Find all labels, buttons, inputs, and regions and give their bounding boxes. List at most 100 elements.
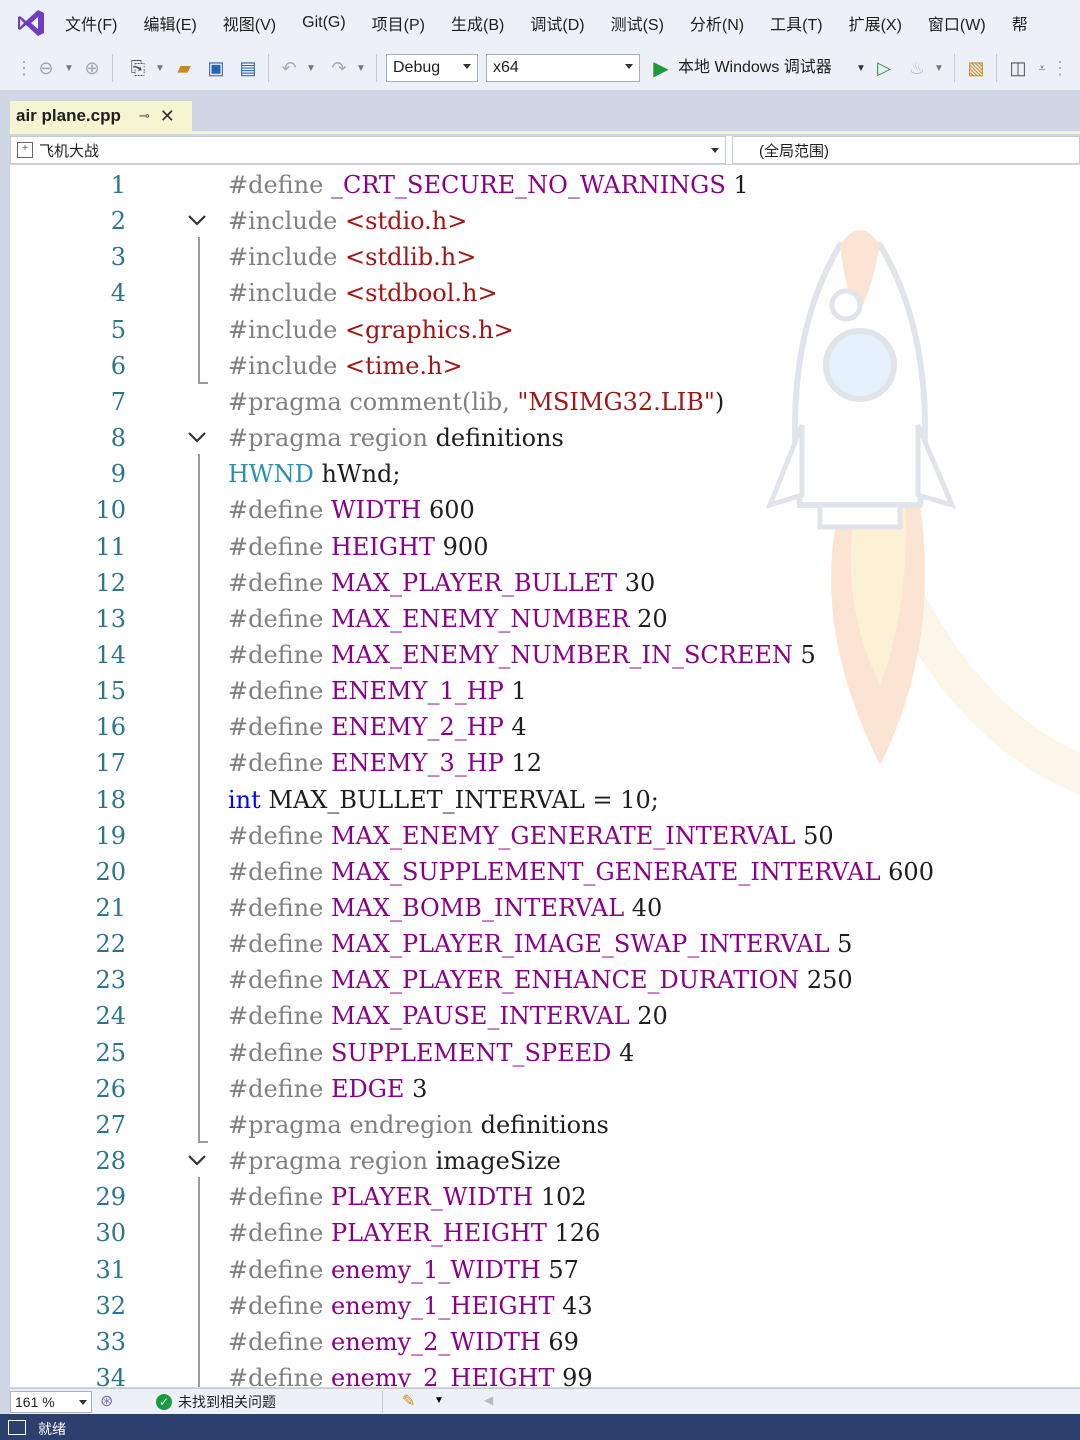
code-line[interactable]: 25 #define SUPPLEMENT_SPEED 4 bbox=[10, 1035, 1080, 1071]
menu-item[interactable]: 扩展(X) bbox=[836, 11, 915, 35]
code-line[interactable]: 28 #pragma region imageSize bbox=[10, 1143, 1080, 1179]
code-line[interactable]: 13 #define MAX_ENEMY_NUMBER 20 bbox=[10, 601, 1080, 637]
code-text[interactable]: #define MAX_PLAYER_ENHANCE_DURATION 250 bbox=[228, 962, 853, 998]
code-line[interactable]: 6 #include <time.h> bbox=[10, 348, 1080, 384]
code-text[interactable]: #pragma endregion definitions bbox=[228, 1107, 609, 1143]
code-text[interactable]: #define HEIGHT 900 bbox=[228, 529, 488, 565]
code-text[interactable]: #define MAX_PLAYER_IMAGE_SWAP_INTERVAL 5 bbox=[228, 926, 852, 962]
code-line[interactable]: 8 #pragma region definitions bbox=[10, 420, 1080, 456]
code-text[interactable]: #include <graphics.h> bbox=[228, 312, 514, 348]
code-text[interactable]: #define ENEMY_2_HP 4 bbox=[228, 709, 527, 745]
menu-item[interactable]: 项目(P) bbox=[359, 11, 438, 35]
code-line[interactable]: 23 #define MAX_PLAYER_ENHANCE_DURATION 25… bbox=[10, 962, 1080, 998]
zoom-select[interactable]: 161 % bbox=[10, 1391, 92, 1413]
code-line[interactable]: 11 #define HEIGHT 900 bbox=[10, 529, 1080, 565]
menu-item[interactable]: 编辑(E) bbox=[130, 11, 209, 35]
code-line[interactable]: 19 #define MAX_ENEMY_GENERATE_INTERVAL 50 bbox=[10, 818, 1080, 854]
code-text[interactable]: #define MAX_ENEMY_NUMBER_IN_SCREEN 5 bbox=[228, 637, 816, 673]
code-line[interactable]: 5 #include <graphics.h> bbox=[10, 312, 1080, 348]
code-text[interactable]: #define ENEMY_1_HP 1 bbox=[228, 673, 527, 709]
forward-icon[interactable]: ⊕ bbox=[80, 55, 104, 81]
code-text[interactable]: #define MAX_PAUSE_INTERVAL 20 bbox=[228, 998, 668, 1034]
menu-item[interactable]: 视图(V) bbox=[210, 11, 289, 35]
new-project-icon[interactable]: ⎘ bbox=[124, 55, 152, 81]
hot-reload-icon[interactable]: ♨ bbox=[904, 55, 930, 81]
menu-item[interactable]: 调试(D) bbox=[517, 11, 597, 35]
close-icon[interactable]: ✕ bbox=[160, 106, 175, 127]
collapse-chevron-icon[interactable] bbox=[186, 209, 208, 231]
code-line[interactable]: 9 HWND hWnd; bbox=[10, 456, 1080, 492]
code-line[interactable]: 34 #define enemy_2_HEIGHT 99 bbox=[10, 1360, 1080, 1387]
undo-icon[interactable]: ↶ bbox=[276, 55, 302, 81]
menu-item[interactable]: 文件(F) bbox=[52, 11, 130, 35]
code-line[interactable]: 27 #pragma endregion definitions bbox=[10, 1107, 1080, 1143]
solution-explorer-icon[interactable]: ▧ bbox=[962, 55, 990, 81]
code-text[interactable]: #pragma region definitions bbox=[228, 420, 564, 456]
save-icon[interactable]: ▣ bbox=[202, 55, 230, 81]
menu-item[interactable]: 工具(T) bbox=[757, 11, 835, 35]
code-editor[interactable]: 1 #define _CRT_SECURE_NO_WARNINGS 1 2 #incl… bbox=[10, 165, 1080, 1387]
code-line[interactable]: 18 int MAX_BULLET_INTERVAL = 10; bbox=[10, 782, 1080, 818]
code-line[interactable]: 17 #define ENEMY_3_HP 12 bbox=[10, 745, 1080, 781]
output-window-icon[interactable] bbox=[8, 1420, 26, 1435]
menu-item[interactable]: 窗口(W) bbox=[915, 11, 999, 35]
code-line[interactable]: 22 #define MAX_PLAYER_IMAGE_SWAP_INTERVAL… bbox=[10, 926, 1080, 962]
issues-status[interactable]: 未找到相关问题 bbox=[178, 1392, 276, 1412]
code-line[interactable]: 10 #define WIDTH 600 bbox=[10, 492, 1080, 528]
code-line[interactable]: 31 #define enemy_1_WIDTH 57 bbox=[10, 1252, 1080, 1288]
redo-dropdown-icon[interactable]: ▼ bbox=[354, 55, 368, 81]
code-line[interactable]: 20 #define MAX_SUPPLEMENT_GENERATE_INTERV… bbox=[10, 854, 1080, 890]
code-text[interactable]: #include <time.h> bbox=[228, 348, 463, 384]
code-line[interactable]: 21 #define MAX_BOMB_INTERVAL 40 bbox=[10, 890, 1080, 926]
code-line[interactable]: 29 #define PLAYER_WIDTH 102 bbox=[10, 1179, 1080, 1215]
redo-icon[interactable]: ↷ bbox=[326, 55, 352, 81]
code-text[interactable]: #define MAX_SUPPLEMENT_GENERATE_INTERVAL… bbox=[228, 854, 934, 890]
menu-item[interactable]: 测试(S) bbox=[598, 11, 677, 35]
toolbar-options-icon[interactable]: ⩡ bbox=[1034, 55, 1050, 81]
undo-dropdown-icon[interactable]: ▼ bbox=[304, 55, 318, 81]
member-scope-select[interactable]: (全局范围) bbox=[732, 136, 1080, 164]
code-text[interactable]: int MAX_BULLET_INTERVAL = 10; bbox=[228, 782, 659, 818]
menu-item[interactable]: Git(G) bbox=[289, 14, 359, 32]
menu-item[interactable]: 帮 bbox=[999, 11, 1041, 35]
code-text[interactable]: #define MAX_PLAYER_BULLET 30 bbox=[228, 565, 655, 601]
code-line[interactable]: 7 #pragma comment(lib, "MSIMG32.LIB") bbox=[10, 384, 1080, 420]
code-line[interactable]: 30 #define PLAYER_HEIGHT 126 bbox=[10, 1215, 1080, 1251]
code-text[interactable]: #define enemy_2_HEIGHT 99 bbox=[228, 1360, 593, 1387]
code-text[interactable]: #include <stdlib.h> bbox=[228, 239, 476, 275]
collapse-chevron-icon[interactable] bbox=[186, 1149, 208, 1171]
cleanup-dropdown-icon[interactable]: ▼ bbox=[434, 1395, 444, 1406]
start-without-debugging-icon[interactable]: ▷ bbox=[872, 55, 896, 81]
scroll-left-icon[interactable]: ◀ bbox=[484, 1393, 493, 1407]
code-line[interactable]: 12 #define MAX_PLAYER_BULLET 30 bbox=[10, 565, 1080, 601]
visual-studio-logo-icon[interactable] bbox=[16, 8, 46, 38]
code-text[interactable]: #define PLAYER_WIDTH 102 bbox=[228, 1179, 587, 1215]
code-text[interactable]: #define ENEMY_3_HP 12 bbox=[228, 745, 542, 781]
code-text[interactable]: #include <stdbool.h> bbox=[228, 275, 498, 311]
hot-reload-dropdown-icon[interactable]: ▼ bbox=[932, 55, 946, 81]
code-text[interactable]: #define SUPPLEMENT_SPEED 4 bbox=[228, 1035, 634, 1071]
code-text[interactable]: #define EDGE 3 bbox=[228, 1071, 427, 1107]
code-text[interactable]: HWND hWnd; bbox=[228, 456, 401, 492]
menu-item[interactable]: 生成(B) bbox=[438, 11, 517, 35]
code-text[interactable]: #define _CRT_SECURE_NO_WARNINGS 1 bbox=[228, 167, 749, 203]
code-text[interactable]: #pragma comment(lib, "MSIMG32.LIB") bbox=[228, 384, 724, 420]
code-text[interactable]: #define enemy_1_WIDTH 57 bbox=[228, 1252, 579, 1288]
code-text[interactable]: #define PLAYER_HEIGHT 126 bbox=[228, 1215, 600, 1251]
code-line[interactable]: 2 #include <stdio.h> bbox=[10, 203, 1080, 239]
configuration-select[interactable]: Debug bbox=[386, 54, 478, 82]
project-scope-select[interactable]: + 飞机大战 bbox=[10, 136, 726, 164]
code-line[interactable]: 26 #define EDGE 3 bbox=[10, 1071, 1080, 1107]
code-text[interactable]: #define MAX_ENEMY_GENERATE_INTERVAL 50 bbox=[228, 818, 834, 854]
back-dropdown-icon[interactable]: ▼ bbox=[62, 55, 76, 81]
code-line[interactable]: 33 #define enemy_2_WIDTH 69 bbox=[10, 1324, 1080, 1360]
code-text[interactable]: #define MAX_BOMB_INTERVAL 40 bbox=[228, 890, 662, 926]
code-text[interactable]: #pragma region imageSize bbox=[228, 1143, 561, 1179]
start-debugging-icon[interactable]: ▶ bbox=[650, 55, 672, 81]
copilot-icon[interactable]: ⊛ bbox=[100, 1391, 113, 1411]
code-line[interactable]: 16 #define ENEMY_2_HP 4 bbox=[10, 709, 1080, 745]
start-debugging-button[interactable]: 本地 Windows 调试器 bbox=[678, 55, 832, 81]
open-folder-icon[interactable]: ▰ bbox=[170, 55, 198, 81]
code-line[interactable]: 32 #define enemy_1_HEIGHT 43 bbox=[10, 1288, 1080, 1324]
code-cleanup-icon[interactable]: ✎ bbox=[402, 1391, 415, 1411]
